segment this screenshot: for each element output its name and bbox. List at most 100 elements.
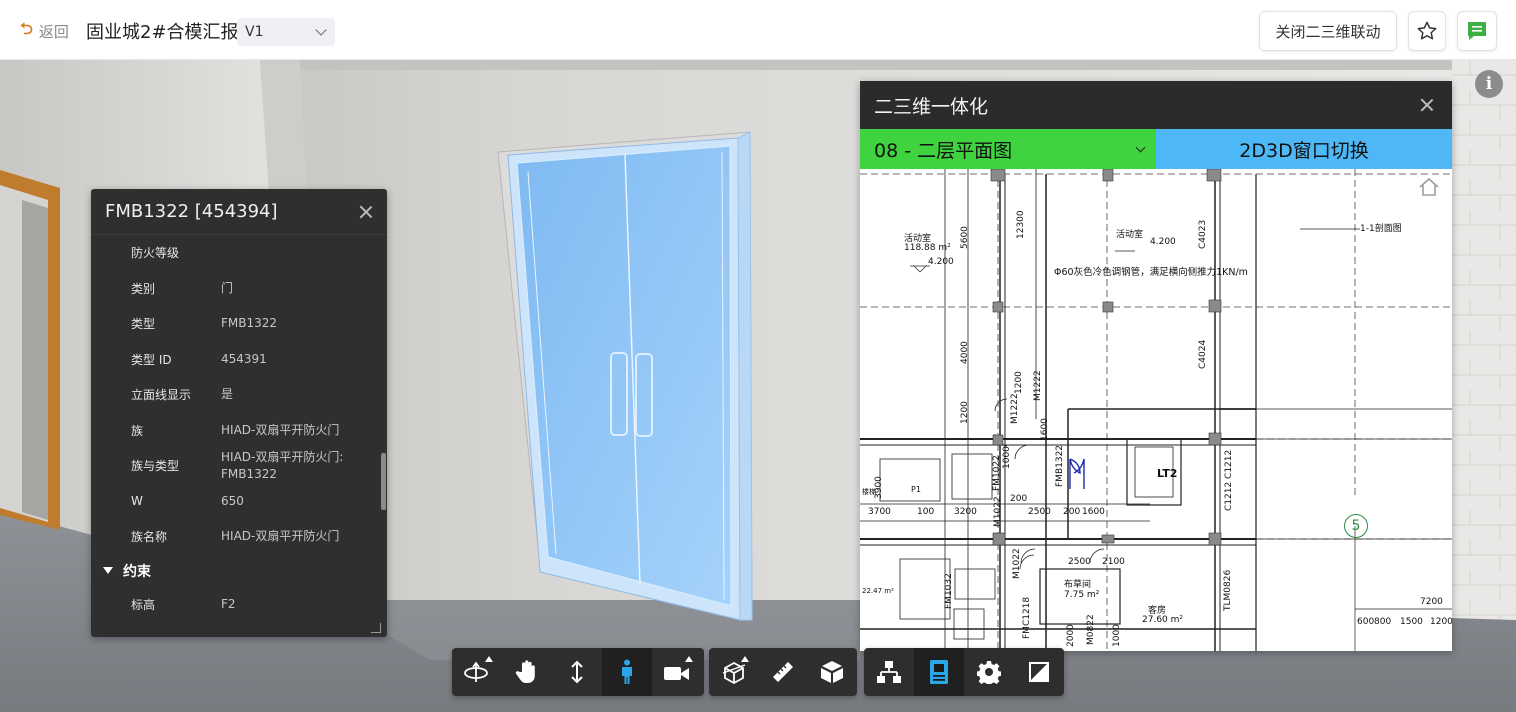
chevron-down-icon — [1135, 142, 1146, 152]
drawing-label: 4000 — [960, 341, 970, 364]
property-key: 族 — [131, 423, 144, 438]
explode-button[interactable] — [808, 648, 857, 696]
fullscreen-button[interactable] — [1014, 648, 1064, 696]
project-title: 固业城2#合模汇报 — [86, 22, 239, 43]
walk-button[interactable] — [602, 648, 652, 696]
2d3d-panel-header: 二三维一体化 — [860, 81, 1452, 129]
property-key: 类型 — [131, 317, 156, 332]
drawing-label: 活动室 — [1116, 230, 1144, 240]
drawing-label: 800 — [1374, 617, 1392, 627]
close-2d3d-link-button[interactable]: 关闭二三维联动 — [1259, 11, 1397, 51]
drawing-label: 1200 — [1014, 371, 1024, 394]
version-value: V1 — [245, 24, 264, 40]
property-value: 454391 — [221, 351, 267, 366]
model-tree-button[interactable] — [864, 648, 914, 696]
property-row: 立面线显示 是 — [91, 377, 379, 413]
cube-explode-icon — [821, 661, 844, 683]
info-icon: i — [1485, 74, 1493, 94]
settings-button[interactable] — [964, 648, 1014, 696]
orbit-button[interactable] — [452, 648, 502, 696]
measure-button[interactable] — [758, 648, 807, 696]
floor-plan-select[interactable]: 08 - 二层平面图 — [860, 129, 1156, 169]
drawing-label: 1600 — [1082, 507, 1105, 517]
submenu-indicator-icon — [741, 656, 750, 662]
comment-button[interactable] — [1457, 11, 1497, 51]
2d3d-panel: 二三维一体化 08 - 二层平面图 2D3D窗口切换 活动室 118.88 m²… — [860, 81, 1452, 651]
close-icon[interactable] — [1420, 98, 1434, 112]
lift-label: LT2 — [1157, 467, 1178, 480]
property-value: 是 — [221, 387, 234, 402]
pan-hand-icon — [515, 660, 535, 683]
2d3d-switch-button[interactable]: 2D3D窗口切换 — [1156, 129, 1452, 169]
section-constraints[interactable]: 约束 — [91, 555, 379, 587]
properties-panel: FMB1322 [454394] 防火等级 类别 门 类型 FMB1322 类型 I… — [91, 189, 387, 637]
property-row: W 650 — [91, 484, 379, 520]
properties-list[interactable]: 防火等级 类别 门 类型 FMB1322 类型 ID 454391 立面线显示 是 族 H… — [91, 235, 379, 621]
toolbar-navigation-group — [452, 648, 704, 696]
drawing-label: 200 — [1063, 507, 1081, 517]
drawing-label: C4024 — [1198, 339, 1208, 369]
floor-plan-drawing[interactable]: 活动室 118.88 m² 4.200 活动室 4.200 Φ60灰色冷色调钢管… — [860, 169, 1452, 651]
property-value: HIAD-双扇平开防火门 — [221, 422, 340, 437]
drawing-label: 布草间 — [1064, 580, 1092, 590]
property-row: 类型 ID 454391 — [91, 342, 379, 378]
toolbar-tools-group — [709, 648, 857, 696]
drawing-label: C4023 — [1198, 219, 1208, 249]
top-bar: ⮌ 返回 固业城2#合模汇报 V1 关闭二三维联动 — [0, 0, 1516, 60]
drawing-label: 5600 — [960, 226, 970, 249]
version-select[interactable]: V1 — [237, 18, 335, 46]
property-key: W — [131, 494, 143, 509]
resize-handle-icon[interactable] — [371, 623, 381, 633]
property-value: HIAD-双扇平开防火门: FMB1322 — [221, 449, 344, 481]
favorite-button[interactable] — [1408, 11, 1446, 51]
drawing-label: 27.60 m² — [1142, 615, 1184, 625]
drawing-label: 118.88 m² — [904, 243, 951, 253]
drawing-label: 4.200 — [928, 257, 954, 267]
fullscreen-icon — [1029, 662, 1049, 682]
drawing-label: 7.75 m² — [1064, 590, 1100, 600]
drawing-label: FMB1322 — [1055, 444, 1065, 487]
section-label: 约束 — [123, 563, 151, 580]
zoom-button[interactable] — [552, 648, 602, 696]
2d3d-panel-title: 二三维一体化 — [874, 95, 989, 118]
drawing-label: 1600 — [1040, 418, 1050, 441]
properties-scrollbar[interactable] — [381, 453, 386, 510]
floor-plan-value: 08 - 二层平面图 — [874, 139, 1013, 162]
drawing-label: C1212 C1212 — [1224, 449, 1234, 511]
drawing-label: M1022 — [993, 496, 1003, 527]
walk-person-icon — [622, 659, 632, 684]
model-tree-icon — [877, 661, 901, 683]
home-icon[interactable] — [1418, 177, 1440, 197]
submenu-indicator-icon — [685, 656, 693, 662]
pan-button[interactable] — [502, 648, 552, 696]
properties-button[interactable] — [914, 648, 964, 696]
drawing-label: P1 — [911, 485, 921, 494]
property-value: FMB1322 — [221, 316, 278, 331]
camera-icon — [664, 667, 689, 680]
property-key: 类别 — [131, 281, 156, 296]
drawing-label: FMC1218 — [1022, 596, 1032, 639]
info-button[interactable]: i — [1475, 70, 1503, 98]
property-row: 防火等级 — [91, 235, 379, 271]
back-button[interactable]: ⮌ 返回 — [20, 19, 69, 42]
property-key: 立面线显示 — [131, 388, 192, 403]
drawing-label: 2100 — [1102, 557, 1125, 567]
drawing-label: 2500 — [1068, 557, 1091, 567]
property-row: 类型 FMB1322 — [91, 306, 379, 342]
drawing-label: Φ60灰色冷色调钢管，满足横向侧推力1KN/m — [1054, 267, 1248, 278]
property-key: 标高 — [131, 597, 156, 612]
drawing-label: 楼梯 — [862, 488, 876, 496]
drawing-label: M0822 — [1086, 614, 1096, 645]
properties-title: FMB1322 [454394] — [105, 201, 278, 222]
drawing-label: 3700 — [868, 507, 891, 517]
drawing-label: FM1032 — [944, 573, 954, 609]
section-box-button[interactable] — [709, 648, 758, 696]
property-row: 类别 门 — [91, 271, 379, 307]
close-icon[interactable] — [359, 205, 373, 219]
property-value: 650 — [221, 493, 244, 508]
settings-gear-icon — [977, 661, 1001, 684]
drawing-label: 1200 — [960, 401, 970, 424]
camera-button[interactable] — [652, 648, 702, 696]
properties-icon — [930, 660, 948, 684]
2d3d-panel-toolbar: 08 - 二层平面图 2D3D窗口切换 — [860, 129, 1452, 169]
